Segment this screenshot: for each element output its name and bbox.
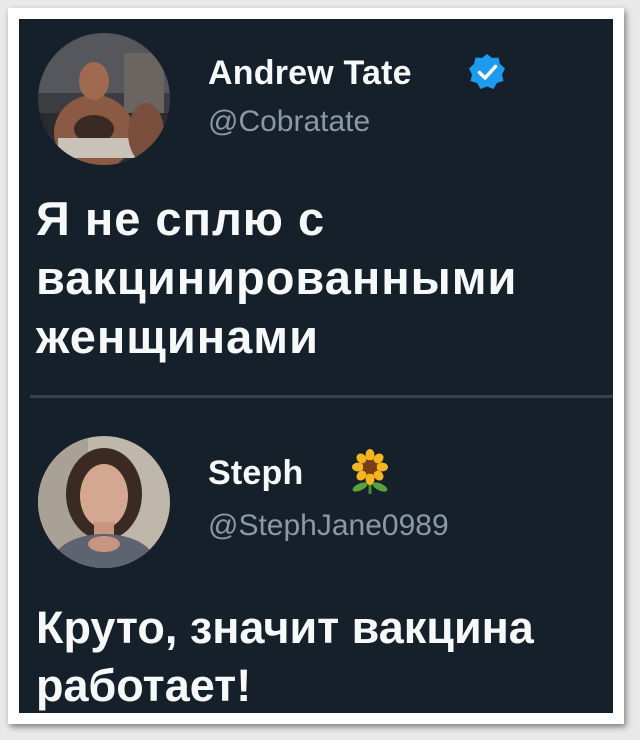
avatar-andrew-tate[interactable]: [38, 33, 170, 165]
author-name[interactable]: Steph: [208, 454, 303, 493]
verified-badge-icon: [469, 54, 505, 89]
author-name[interactable]: Andrew Tate: [208, 54, 412, 93]
author-handle[interactable]: @Cobratate: [208, 105, 370, 139]
tweet-text: Я не сплю с вакцинированными женщинами: [36, 192, 518, 363]
author-handle[interactable]: @StephJane0989: [208, 509, 449, 543]
image-frame: Andrew Tate @Cobratate Я не сплю с вакци…: [8, 8, 624, 724]
tweet-text: Круто, значит вакцина работает!: [36, 602, 534, 711]
avatar-photo: [38, 33, 170, 165]
divider: [30, 395, 613, 398]
avatar-steph[interactable]: [38, 436, 170, 568]
avatar-photo: [38, 436, 170, 568]
sunflower-icon: [352, 449, 388, 494]
tweet-screenshot: Andrew Tate @Cobratate Я не сплю с вакци…: [19, 19, 613, 713]
